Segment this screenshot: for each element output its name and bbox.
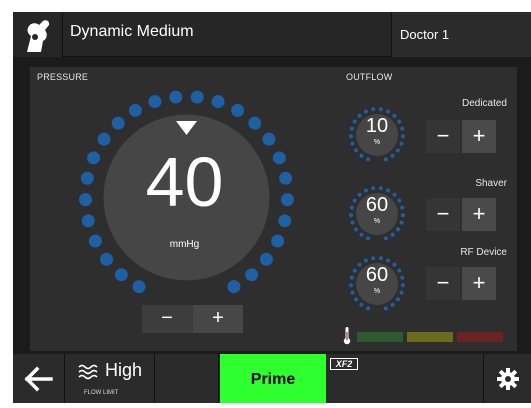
outflow-rf-device-unit: % [373,288,381,295]
outflow-shaver-unit: % [373,218,381,225]
dial-dot [383,157,388,162]
dial-dot [354,227,359,232]
pressure-label: PRESSURE [37,72,89,82]
pressure-value: 40 [145,143,224,221]
dial-dot [359,302,364,307]
header-bar: Dynamic Medium Doctor 1 [13,12,531,57]
dial-dot [383,306,388,311]
temperature-level-low [357,332,403,342]
dial-dot [262,132,276,146]
dial-dot [132,280,146,294]
outflow-dedicated-unit: % [373,139,381,146]
dial-dot [245,268,259,282]
outflow-label: OUTFLOW [346,72,393,82]
dial-dot [390,232,395,237]
dial-dot [386,188,391,193]
dial-dot [363,188,368,193]
rf-device-decrease-button[interactable]: − [426,267,460,300]
dial-dot [378,107,383,112]
back-button[interactable] [13,354,65,403]
dial-dot [383,236,388,241]
dial-dot [169,90,183,104]
back-arrow-icon [24,366,53,392]
mode-title[interactable]: Dynamic Medium [70,23,194,41]
dial-dot [211,95,225,109]
dial-dot [395,297,400,302]
user-selector[interactable]: Doctor 1 [391,12,531,57]
outflow-shaver-label: Shaver [475,178,507,189]
temperature-level-mid [407,332,453,342]
outflow-dedicated-label: Dedicated [461,98,507,109]
knee-logo-icon[interactable] [13,12,63,57]
dial-dot [390,302,395,307]
outflow-dedicated-value: 10 [365,115,389,137]
dial-dot [114,268,128,282]
user-name: Doctor 1 [400,27,450,42]
dial-dot [395,227,400,232]
dial-dot [231,103,245,117]
dial-dot [111,116,125,130]
gear-icon [497,368,519,390]
dial-dot [363,109,368,114]
temperature-level-high [457,332,503,342]
footer-empty-slot [156,354,219,403]
flow-limit-value: High [105,360,143,380]
dial-dot [148,95,162,109]
outflow-shaver-value: 60 [365,194,389,216]
xf2-badge: XF2 [330,358,358,370]
flow-limit-caption: FLOW LIMIT [84,390,119,396]
dial-dot [354,297,359,302]
outflow-panel: OUTFLOW Dedicated 10 % − + Shaver 60 % −… [342,67,517,351]
dedicated-increase-button[interactable]: + [462,120,496,153]
wave-icon [78,364,98,380]
dial-dot [97,132,111,146]
dial-dot [371,186,376,191]
dial-dot [390,153,395,158]
pressure-unit: mmHg [169,239,200,250]
dial-dot [248,116,262,130]
dial-dot [100,252,114,266]
flow-limit-button[interactable]: High FLOW LIMIT [66,354,155,403]
dial-dot [395,148,400,153]
pressure-stepper: − + [142,305,243,333]
dial-dot [386,109,391,114]
dial-dot [366,236,371,241]
prime-button[interactable]: Prime [220,354,326,403]
dedicated-decrease-button[interactable]: − [426,120,460,153]
dial-dot [190,90,204,104]
dial-dot [128,103,142,117]
outflow-rf-device-label: RF Device [460,247,507,258]
pressure-decrease-button[interactable]: − [142,305,192,333]
outflow-rf-device-value: 60 [365,264,389,286]
device-screen: Dynamic Medium Doctor 1 PRESSURE 40 mmHg… [13,12,531,403]
dial-dot [366,306,371,311]
prime-label: Prime [250,371,296,388]
shaver-decrease-button[interactable]: − [426,198,460,231]
dial-dot [359,232,364,237]
dial-dot [359,153,364,158]
dial-dot [371,256,376,261]
dial-dot [378,186,383,191]
dial-dot [378,256,383,261]
pressure-increase-button[interactable]: + [193,305,243,333]
dial-dot [366,157,371,162]
pressure-panel: PRESSURE 40 mmHg − + [30,67,353,351]
dial-dot [354,148,359,153]
settings-button[interactable] [483,354,531,403]
shaver-increase-button[interactable]: + [462,198,496,231]
footer-bar: High FLOW LIMIT Prime XF2 [13,354,531,403]
dial-dot [386,258,391,263]
dial-dot [259,252,273,266]
dial-dot [227,280,241,294]
thermometer-icon [343,327,351,345]
rf-device-increase-button[interactable]: + [462,267,496,300]
dial-dot [371,107,376,112]
dial-dot [363,258,368,263]
